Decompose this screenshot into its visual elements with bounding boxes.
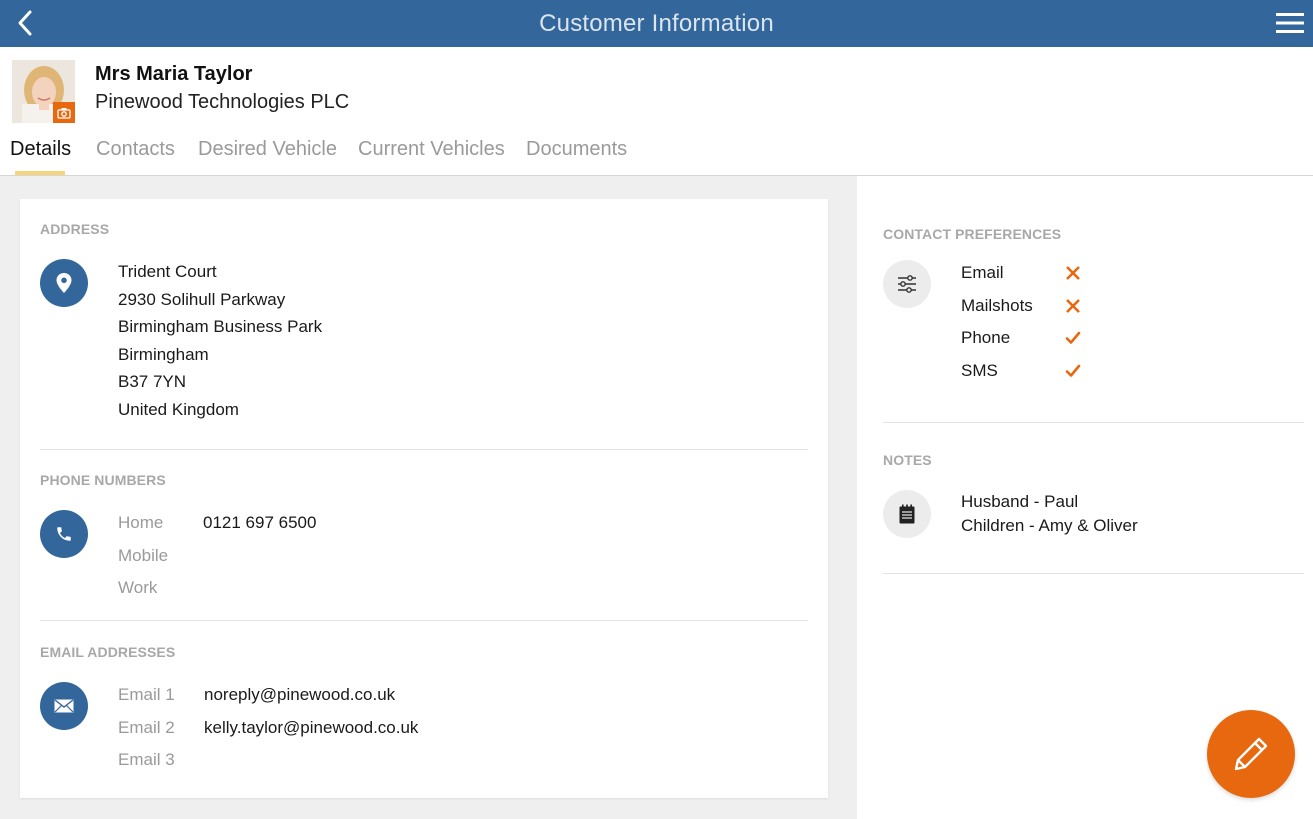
phone-value-home[interactable]: 0121 697 6500 — [203, 513, 316, 533]
address-line-2: 2930 Solihull Parkway — [118, 290, 286, 309]
phone-icon — [57, 527, 71, 541]
tab-bar: Details Contacts Desired Vehicle Current… — [0, 134, 1313, 176]
tab-contacts[interactable]: Contacts — [96, 138, 175, 161]
pref-status-mailshots[interactable] — [1064, 297, 1082, 315]
address-line-6: United Kingdom — [118, 400, 239, 419]
section-divider — [40, 449, 808, 450]
tab-desired-vehicle[interactable]: Desired Vehicle — [198, 138, 337, 161]
edit-button[interactable] — [1207, 710, 1295, 798]
email-label-1: Email 1 — [118, 685, 175, 704]
pref-status-sms[interactable] — [1064, 362, 1082, 380]
pref-label-phone: Phone — [961, 328, 1011, 347]
address-section-title: ADDRESS — [40, 221, 110, 237]
menu-button[interactable] — [1275, 8, 1305, 38]
email-label-3: Email 3 — [118, 750, 175, 769]
phone-label-home: Home — [118, 513, 164, 532]
hamburger-menu-icon — [1276, 13, 1304, 33]
pref-status-phone[interactable] — [1064, 329, 1082, 347]
check-icon — [1065, 364, 1081, 377]
email-value-2[interactable]: kelly.taylor@pinewood.co.uk — [204, 718, 418, 738]
pencil-icon — [1234, 737, 1268, 771]
pref-status-email[interactable] — [1064, 264, 1082, 282]
pref-label-sms: SMS — [961, 361, 998, 380]
address-line-5: B37 7YN — [118, 372, 187, 391]
customer-company: Pinewood Technologies PLC — [95, 91, 350, 113]
pref-label-email: Email — [961, 263, 1004, 282]
back-button[interactable] — [8, 6, 42, 40]
camera-icon — [57, 107, 71, 119]
section-divider — [883, 573, 1304, 574]
notepad-icon — [899, 504, 915, 524]
chevron-left-icon — [18, 10, 32, 36]
tab-current-vehicles[interactable]: Current Vehicles — [358, 138, 505, 161]
cross-icon — [1066, 266, 1080, 280]
map-pin-icon — [56, 273, 72, 293]
contact-preferences-title: CONTACT PREFERENCES — [883, 226, 1062, 242]
check-icon — [1065, 331, 1081, 344]
section-divider — [40, 620, 808, 621]
email-section-title: EMAIL ADDRESSES — [40, 644, 176, 660]
pref-label-mailshots: Mailshots — [961, 296, 1033, 315]
email-icon-circle — [40, 682, 88, 730]
tab-documents[interactable]: Documents — [526, 138, 627, 161]
preferences-icon-circle — [883, 260, 931, 308]
phone-label-work: Work — [118, 578, 158, 597]
notes-section-title: NOTES — [883, 452, 932, 468]
address-line-1: Trident Court — [118, 262, 217, 281]
phone-icon-circle — [40, 510, 88, 558]
page-title: Customer Information — [539, 9, 774, 37]
change-photo-button[interactable] — [53, 102, 75, 123]
note-line-1: Husband - Paul — [961, 492, 1079, 511]
tab-details[interactable]: Details — [10, 138, 71, 161]
app-header: Customer Information — [0, 0, 1313, 47]
email-value-1[interactable]: noreply@pinewood.co.uk — [204, 685, 395, 705]
address-line-4: Birmingham — [118, 345, 209, 364]
address-line-3: Birmingham Business Park — [118, 317, 323, 336]
envelope-icon — [54, 699, 74, 713]
section-divider — [883, 422, 1304, 423]
sliders-icon — [898, 275, 916, 293]
phone-label-mobile: Mobile — [118, 546, 169, 565]
address-icon-circle — [40, 259, 88, 307]
notes-icon-circle — [883, 490, 931, 538]
customer-name: Mrs Maria Taylor — [95, 63, 253, 85]
phone-section-title: PHONE NUMBERS — [40, 472, 166, 488]
note-line-2: Children - Amy & Oliver — [961, 516, 1138, 535]
cross-icon — [1066, 299, 1080, 313]
email-label-2: Email 2 — [118, 718, 175, 737]
details-card — [20, 199, 828, 798]
